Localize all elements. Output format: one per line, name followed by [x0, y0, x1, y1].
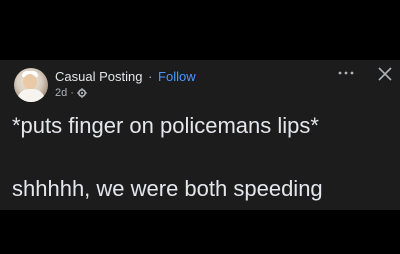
post-meta: 2d · [55, 87, 87, 99]
screenshot-frame: Casual Posting · Follow 2d · *puts finge… [0, 0, 400, 254]
post-text-line: shhhhh, we were both speeding [12, 176, 323, 201]
header-separator: · [148, 69, 153, 84]
post-age[interactable]: 2d [55, 87, 67, 99]
avatar-face [23, 74, 37, 90]
post-header: Casual Posting · Follow [55, 69, 196, 84]
avatar[interactable] [14, 68, 48, 102]
more-icon[interactable] [337, 66, 355, 80]
follow-button[interactable]: Follow [158, 69, 196, 84]
author-name[interactable]: Casual Posting [55, 69, 142, 84]
post-card: Casual Posting · Follow 2d · *puts finge… [0, 60, 400, 210]
post-text-line: *puts finger on policemans lips* [12, 113, 319, 138]
avatar-robe [17, 89, 45, 102]
close-icon[interactable] [378, 67, 392, 81]
gear-icon [77, 88, 87, 98]
meta-separator: · [70, 87, 74, 99]
